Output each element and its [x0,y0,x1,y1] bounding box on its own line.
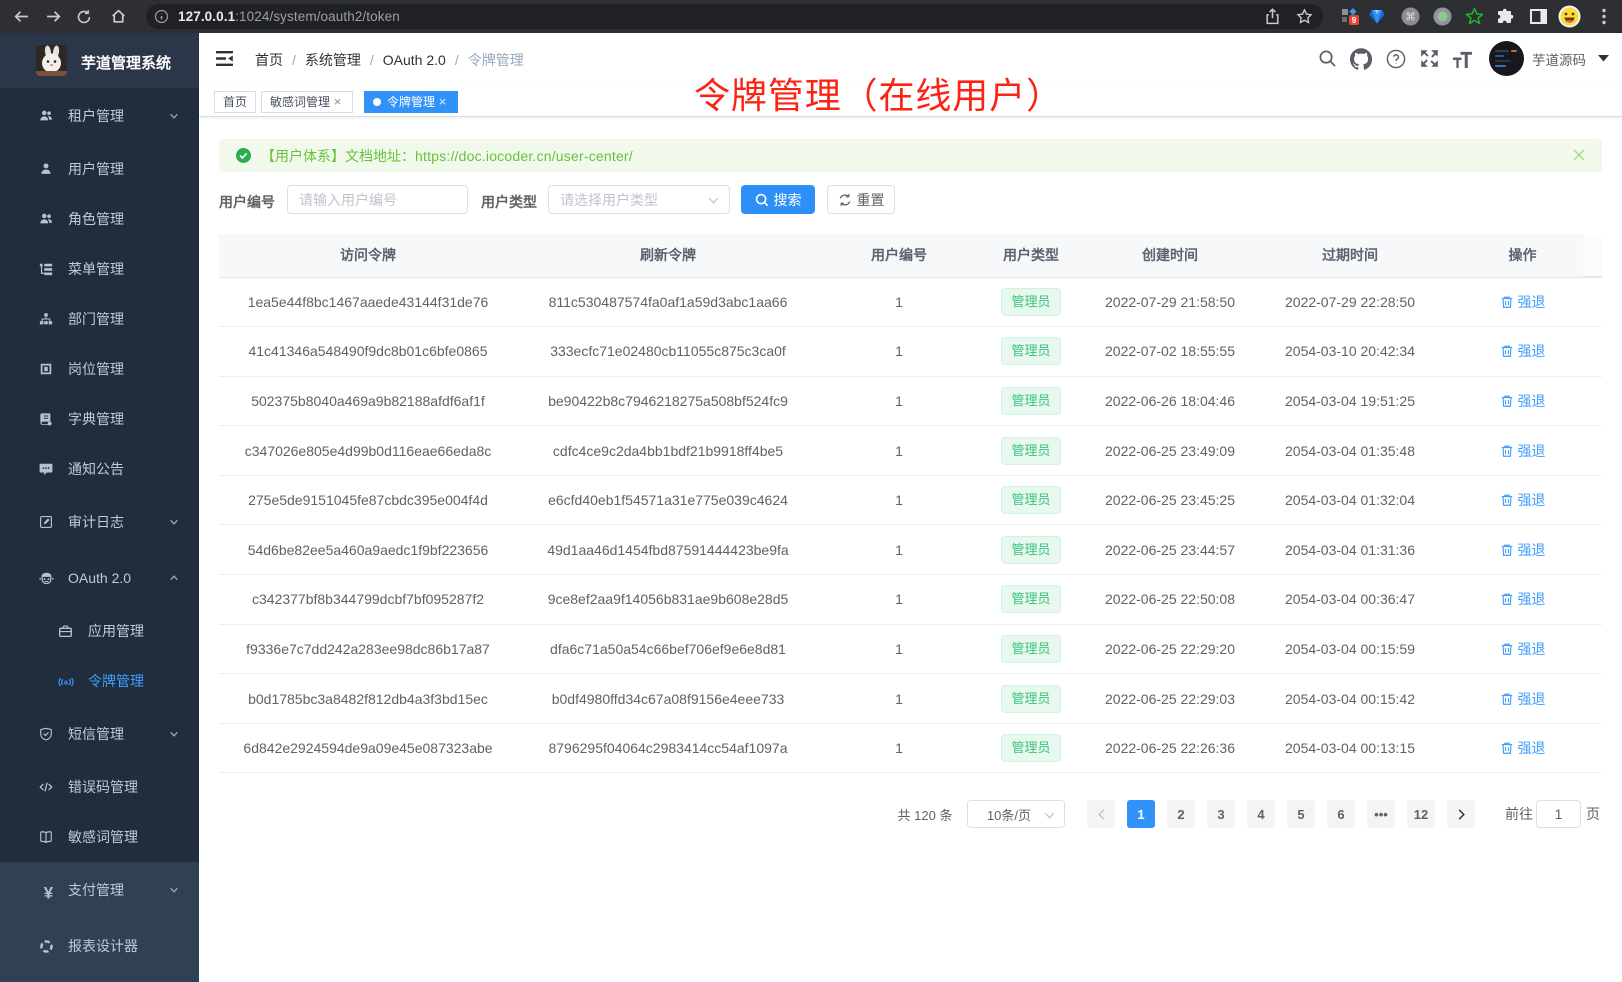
svg-text:⌘: ⌘ [1405,11,1416,23]
svg-text:9: 9 [1351,15,1356,25]
svg-text:a: a [64,679,68,686]
svg-text:¥: ¥ [44,883,54,902]
